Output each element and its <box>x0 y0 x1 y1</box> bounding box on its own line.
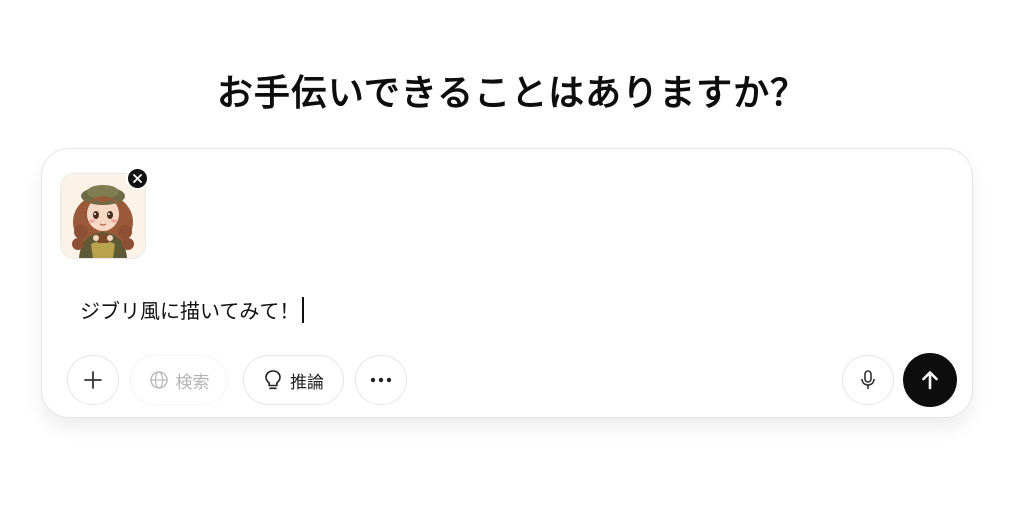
prompt-input[interactable]: ジブリ風に描いてみて！ <box>80 295 305 324</box>
close-icon <box>133 174 142 183</box>
text-caret <box>302 296 305 323</box>
voice-input-button[interactable] <box>842 355 894 405</box>
prompt-input-value: ジブリ風に描いてみて！ <box>80 299 300 323</box>
globe-icon <box>149 371 168 389</box>
reason-button[interactable]: 推論 <box>243 355 344 405</box>
ellipsis-icon <box>370 377 392 383</box>
prompt-composer: ジブリ風に描いてみて！ 検索 推論 <box>41 148 973 418</box>
more-options-button[interactable] <box>355 355 407 405</box>
composer-toolbar: 検索 推論 <box>42 353 972 407</box>
page-heading: お手伝いできることはありますか？ <box>216 73 808 114</box>
lightbulb-icon <box>265 370 281 390</box>
arrow-up-icon <box>922 371 938 390</box>
search-label: 検索 <box>175 372 210 393</box>
plus-icon <box>84 371 102 389</box>
send-button[interactable] <box>903 353 957 407</box>
microphone-icon <box>861 370 875 389</box>
reason-label: 推論 <box>290 372 324 393</box>
add-button[interactable] <box>67 355 119 405</box>
remove-attachment-button[interactable] <box>126 167 149 190</box>
search-button[interactable]: 検索 <box>130 355 228 405</box>
